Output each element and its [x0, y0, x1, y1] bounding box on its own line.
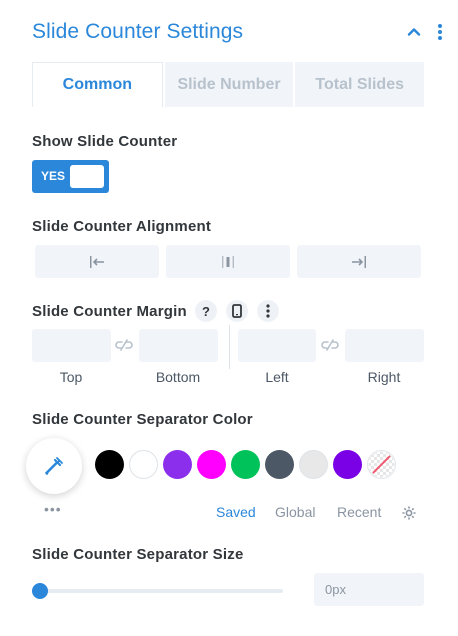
link-margins-icon[interactable] — [320, 338, 340, 352]
margin-top-input[interactable] — [32, 329, 111, 362]
palette-tab-global[interactable]: Global — [275, 504, 315, 520]
size-slider-thumb[interactable] — [32, 583, 48, 599]
color-swatch[interactable] — [163, 450, 192, 479]
color-swatch[interactable] — [265, 450, 294, 479]
separator-size-label: Slide Counter Separator Size — [32, 546, 244, 563]
eyedropper-icon — [45, 457, 63, 475]
alignment-button-group — [35, 245, 421, 278]
color-picker-button[interactable] — [26, 438, 82, 494]
align-left-icon — [90, 255, 104, 268]
margin-left-input[interactable] — [238, 329, 316, 362]
help-icon[interactable]: ? — [195, 300, 217, 322]
margin-label-icons: ? — [195, 300, 279, 324]
swatch-no-color[interactable] — [367, 450, 396, 479]
color-swatch[interactable] — [129, 450, 158, 479]
palette-tab-recent[interactable]: Recent — [337, 504, 381, 520]
margin-label: Slide Counter Margin — [32, 303, 187, 320]
margin-left-caption: Left — [265, 369, 289, 385]
tab-slide-number[interactable]: Slide Number — [164, 62, 294, 107]
toggle-knob — [70, 165, 104, 188]
color-swatch[interactable] — [299, 450, 328, 479]
size-slider-track[interactable] — [40, 589, 283, 593]
margin-divider — [229, 325, 230, 369]
show-counter-toggle[interactable]: YES — [32, 160, 109, 193]
align-right-icon — [352, 255, 366, 268]
link-margins-icon[interactable] — [114, 338, 134, 352]
gear-icon[interactable] — [401, 505, 417, 521]
margin-top-caption: Top — [59, 369, 83, 385]
color-swatch[interactable] — [95, 450, 124, 479]
align-right-button[interactable] — [297, 245, 421, 278]
settings-tabs: Common Slide Number Total Slides — [32, 62, 425, 107]
more-options-icon[interactable] — [257, 300, 279, 322]
margin-bottom-input[interactable] — [139, 329, 218, 362]
chevron-up-icon[interactable] — [406, 24, 422, 40]
margin-bottom-caption: Bottom — [155, 369, 201, 385]
color-swatch[interactable] — [197, 450, 226, 479]
responsive-phone-icon[interactable] — [226, 300, 248, 322]
margin-right-caption: Right — [367, 369, 401, 385]
alignment-label: Slide Counter Alignment — [32, 218, 212, 235]
separator-color-label: Slide Counter Separator Color — [32, 411, 253, 428]
align-center-button[interactable] — [166, 245, 290, 278]
color-swatch[interactable] — [231, 450, 260, 479]
show-counter-label: Show Slide Counter — [32, 133, 178, 150]
panel-header: Slide Counter Settings — [32, 18, 444, 46]
more-swatches-icon[interactable]: ••• — [44, 502, 62, 516]
color-swatch[interactable] — [333, 450, 362, 479]
toggle-state-text: YES — [41, 169, 66, 183]
align-left-button[interactable] — [35, 245, 159, 278]
margin-right-input[interactable] — [345, 329, 424, 362]
no-color-icon — [368, 451, 395, 478]
panel-title: Slide Counter Settings — [32, 20, 244, 43]
tab-total-slides[interactable]: Total Slides — [295, 62, 425, 107]
more-vertical-icon[interactable] — [436, 22, 444, 42]
tab-common[interactable]: Common — [32, 62, 163, 107]
palette-tab-saved[interactable]: Saved — [216, 504, 256, 520]
align-center-icon — [222, 255, 234, 268]
separator-size-input[interactable] — [314, 573, 424, 606]
